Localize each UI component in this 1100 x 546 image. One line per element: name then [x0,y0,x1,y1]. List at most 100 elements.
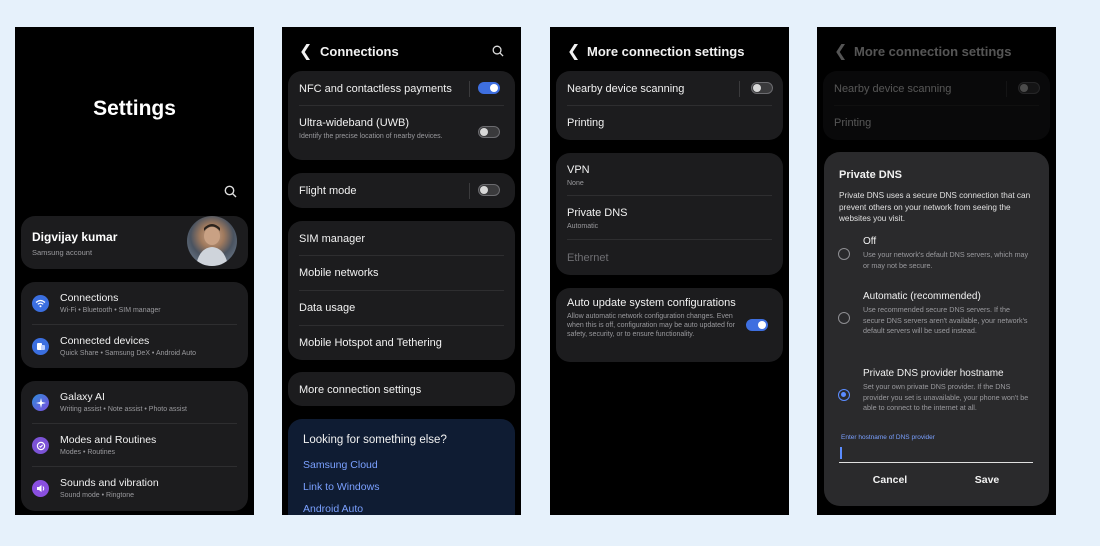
settings-group-1: Connections Wi-Fi • Bluetooth • SIM mana… [21,282,248,368]
flight-mode-label: Flight mode [299,185,357,197]
hostname-input[interactable] [839,444,1033,463]
back-icon[interactable]: ❮ [299,41,312,61]
nearby-scanning-label: Nearby device scanning [567,83,685,95]
vpn-dns-card: VPN None Private DNS Automatic Ethernet [556,153,783,275]
uwb-toggle[interactable] [478,126,500,138]
private-dns-dialog: Private DNS Private DNS uses a secure DN… [824,152,1049,506]
cancel-button[interactable]: Cancel [842,474,938,486]
printing-label: Printing [567,117,605,129]
list-item-label: Mobile Hotspot and Tethering [299,337,442,349]
flight-mode-card[interactable]: Flight mode [288,173,515,208]
settings-item-connections[interactable]: Connections Wi-Fi • Bluetooth • SIM mana… [21,282,248,325]
settings-item-sub: Quick Share • Samsung DeX • Android Auto [60,350,197,357]
nfc-label: NFC and contactless payments [299,83,452,95]
settings-item-label: Modes and Routines [60,434,157,446]
dialog-description: Private DNS uses a secure DNS connection… [839,191,1031,223]
page-title: Connections [320,44,399,59]
settings-item-label: Connected devices [60,335,150,347]
account-sub: Samsung account [32,248,93,257]
list-item-data-usage[interactable]: Data usage [288,291,515,326]
account-card[interactable]: Digvijay kumar Samsung account [21,216,248,269]
auto-update-sub: Allow automatic network configuration ch… [567,313,735,338]
settings-item-sounds[interactable]: Sounds and vibration Sound mode • Ringto… [21,467,248,510]
settings-group-2: Galaxy AI Writing assist • Note assist •… [21,381,248,511]
suggestions-card: Looking for something else? Samsung Clou… [288,419,515,515]
list-item-label: Mobile networks [299,267,379,279]
back-icon[interactable]: ❮ [567,41,580,61]
option-label: Off [863,236,877,247]
link-link-to-windows[interactable]: Link to Windows [303,481,379,493]
option-sub: Use recommended secure DNS servers. If t… [863,305,1028,335]
auto-update-card[interactable]: Auto update system configurations Allow … [556,288,783,362]
galaxy-ai-icon [32,394,49,411]
nearby-scanning-toggle[interactable] [751,82,773,94]
private-dns-dialog-screen: ❮ More connection settings Nearby device… [817,27,1056,515]
link-samsung-cloud[interactable]: Samsung Cloud [303,459,378,471]
radio-off[interactable] [838,248,850,260]
search-icon[interactable] [492,45,504,57]
list-item-label: SIM manager [299,233,366,245]
radio-provider-hostname[interactable] [838,389,850,401]
option-off[interactable]: Off Use your network's default DNS serve… [824,236,1049,276]
settings-item-sub: Sound mode • Ringtone [60,492,135,499]
page-title: More connection settings [587,44,745,59]
wifi-icon [32,295,49,312]
auto-update-toggle[interactable] [746,319,768,331]
list-item-sim-manager[interactable]: SIM manager [288,221,515,256]
nfc-toggle[interactable] [478,82,500,94]
more-connection-settings-card[interactable]: More connection settings [288,372,515,406]
private-dns-row[interactable]: Private DNS Automatic [556,196,783,240]
nearby-printing-card: Nearby device scanning Printing [556,71,783,140]
option-label: Private DNS provider hostname [863,368,1004,379]
settings-item-label: Galaxy AI [60,391,105,403]
list-item-mobile-networks[interactable]: Mobile networks [288,256,515,291]
avatar[interactable] [187,216,237,266]
page-title: Settings [93,97,176,120]
suggestions-heading: Looking for something else? [303,434,447,446]
nearby-scanning-row[interactable]: Nearby device scanning [556,71,783,106]
nearby-printing-card: Nearby device scanning Printing [823,71,1050,140]
radio-automatic[interactable] [838,312,850,324]
private-dns-label: Private DNS [567,207,628,219]
hostname-input-label: Enter hostname of DNS provider [841,434,935,441]
link-android-auto[interactable]: Android Auto [303,503,363,515]
settings-item-sub: Modes • Routines [60,449,115,456]
vpn-row[interactable]: VPN None [556,153,783,196]
dialog-title: Private DNS [839,169,902,181]
vpn-sub: None [567,180,584,187]
option-automatic[interactable]: Automatic (recommended) Use recommended … [824,291,1049,351]
list-item-hotspot[interactable]: Mobile Hotspot and Tethering [288,326,515,360]
vpn-label: VPN [567,164,590,176]
ethernet-label: Ethernet [567,252,609,264]
uwb-row[interactable]: Ultra-wideband (UWB) Identify the precis… [288,106,515,160]
connected-devices-icon [32,338,49,355]
save-button[interactable]: Save [939,474,1035,486]
settings-item-galaxy-ai[interactable]: Galaxy AI Writing assist • Note assist •… [21,381,248,424]
more-connection-settings-label: More connection settings [299,384,422,396]
option-label: Automatic (recommended) [863,291,981,302]
list-item-label: Data usage [299,302,356,314]
uwb-label: Ultra-wideband (UWB) [299,117,410,129]
flight-mode-toggle[interactable] [478,184,500,196]
settings-item-sub: Writing assist • Note assist • Photo ass… [60,406,187,413]
ethernet-row: Ethernet [556,240,783,275]
modes-icon [32,437,49,454]
settings-item-connected-devices[interactable]: Connected devices Quick Share • Samsung … [21,325,248,368]
nfc-row[interactable]: NFC and contactless payments [288,71,515,106]
network-list-card: SIM manager Mobile networks Data usage M… [288,221,515,360]
connections-screen: ❮ Connections NFC and contactless paymen… [282,27,521,515]
private-dns-sub: Automatic [567,223,599,230]
settings-item-label: Sounds and vibration [60,477,159,489]
search-icon[interactable] [224,185,237,198]
nearby-scanning-toggle [1018,82,1040,94]
option-sub: Use your network's default DNS servers, … [863,250,1029,270]
nfc-uwb-card: NFC and contactless payments Ultra-wideb… [288,71,515,160]
settings-item-sub: Wi-Fi • Bluetooth • SIM manager [60,307,161,314]
text-cursor [840,447,842,459]
settings-item-modes-routines[interactable]: Modes and Routines Modes • Routines [21,424,248,467]
printing-row[interactable]: Printing [556,106,783,140]
account-name: Digvijay kumar [32,230,118,244]
sound-icon [32,480,49,497]
nearby-scanning-label: Nearby device scanning [834,83,952,95]
option-provider-hostname[interactable]: Private DNS provider hostname Set your o… [824,368,1049,428]
